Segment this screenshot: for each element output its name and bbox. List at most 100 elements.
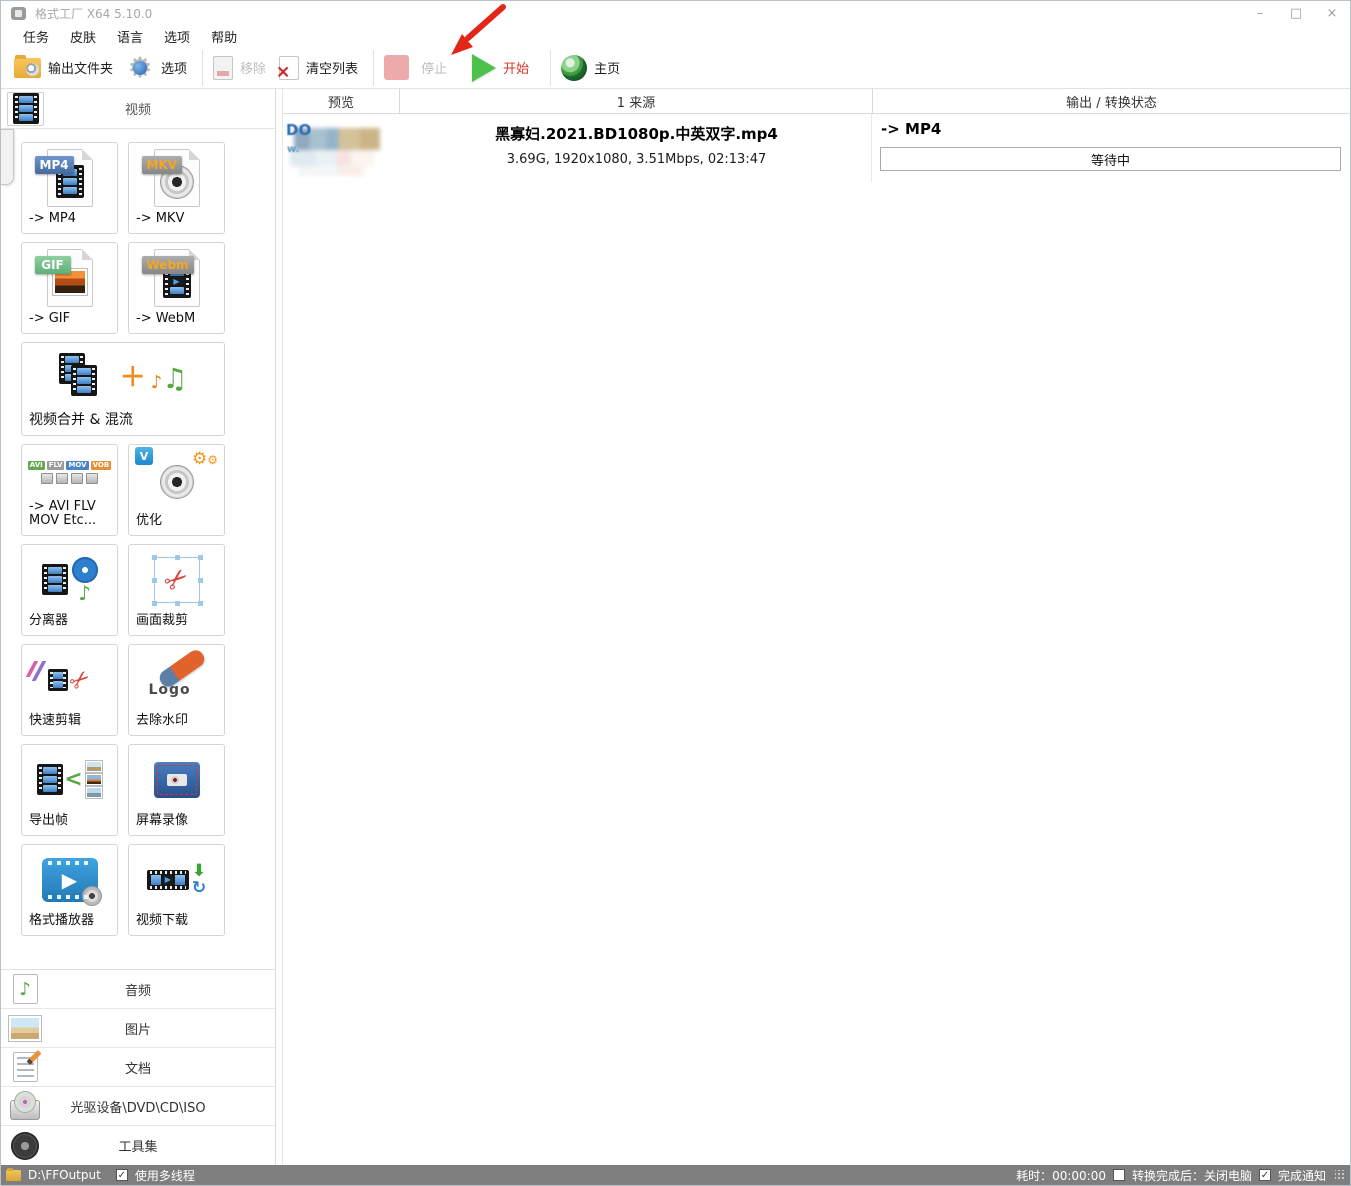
section-label: 工具集 [118,1140,158,1155]
app-window: 格式工厂 X64 5.10.0 – □ × 任务 皮肤 语言 选项 帮助 输出文… [0,0,1351,1186]
panel-collapse-handle[interactable] [1,129,14,185]
section-label: 光驱设备\DVD\CD\ISO [70,1100,206,1116]
stop-icon [384,55,410,80]
menu-item-skin[interactable]: 皮肤 [67,26,99,47]
webm-badge: Webm [141,255,194,274]
cell-splitter[interactable]: ♪ 分离器 [21,544,118,636]
cell-label: -> MP4 [29,211,77,227]
resize-grip[interactable] [1335,1170,1345,1180]
multithread-checkbox[interactable]: ✓ [115,1169,128,1181]
cell-label: 格式播放器 [29,913,95,929]
app-icon [11,6,26,20]
category-sections: ♪ 音频 图片 文档 光驱设备\DVD\CD\ISO 工具集 [1,969,275,1165]
clear-list-label: 清空列表 [306,62,359,77]
frames-stack-icon [84,760,103,800]
output-folder-icon[interactable] [6,1167,21,1181]
thumbnail-text: DO [286,121,312,139]
column-header-source[interactable]: 1 来源 [400,89,873,113]
section-audio[interactable]: ♪ 音频 [1,970,275,1009]
menu-item-task[interactable]: 任务 [20,26,52,47]
section-dvd-cd-iso[interactable]: 光驱设备\DVD\CD\ISO [1,1087,275,1126]
cell-label: 画面裁剪 [136,613,189,629]
home-button[interactable]: 主页 [561,54,620,81]
stop-button: 停止 [384,55,447,80]
column-header-output[interactable]: 输出 / 转换状态 [873,89,1350,113]
notify-checkbox[interactable]: ✓ [1258,1169,1271,1181]
filmstrip-icon [37,764,64,796]
v-badge-icon: V [135,447,153,465]
section-picture[interactable]: 图片 [1,1009,275,1048]
cell-format-player[interactable]: ▶ 格式播放器 [21,844,118,936]
cell-label: 快速剪辑 [29,713,82,729]
status-bar: D:\FFOutput ✓ 使用多线程 耗时：00:00:00 转换完成后：关闭… [1,1165,1350,1185]
film-reel-icon [71,556,98,583]
source-filename: 黑寡妇.2021.BD1080p.中英双字.mp4 [495,125,778,143]
sidebar-header-label: 视频 [124,103,151,118]
sync-arrows-icon: ↻ [191,877,207,898]
conversion-status-bar: 等待中 [880,147,1341,171]
output-folder-button[interactable]: 输出文件夹 [14,54,113,78]
start-label: 开始 [503,62,530,77]
section-toolset[interactable]: 工具集 [1,1126,275,1165]
minimize-icon[interactable]: – [1252,6,1268,21]
cell-to-webm[interactable]: Webm ▶ -> WebM [128,242,225,334]
cell-screen-record[interactable]: 屏幕录像 [128,744,225,836]
music-note-icon: ♪ [78,580,91,605]
clear-list-button[interactable]: 清空列表 [276,55,359,83]
filmstrip-icon [41,564,68,596]
filmstrip-icon [48,668,69,691]
source-details: 3.69G, 1920x1080, 3.51Mbps, 02:13:47 [506,152,767,167]
cell-crop[interactable]: ✂ 画面裁剪 [128,544,225,636]
stop-label: 停止 [421,62,448,77]
output-folder-icon [14,54,41,78]
cell-video-download[interactable]: ▶ ⬇ ↻ 视频下载 [128,844,225,936]
cell-label: -> WebM [136,311,196,327]
menu-item-language[interactable]: 语言 [114,26,146,47]
output-path[interactable]: D:\FFOutput [28,1168,101,1182]
column-header-preview[interactable]: 预览 [283,89,400,113]
cell-label: 视频下载 [136,913,189,929]
scissors-icon: ✂ [156,559,196,600]
crop-frame-icon: ✂ [151,554,200,603]
format-badges-icon: AVI FLV MOV VOB [27,460,112,471]
logo-text: Logo [148,681,191,698]
globe-icon [561,54,588,81]
output-format: -> MP4 [881,120,942,138]
options-button[interactable]: 选项 [126,54,187,82]
task-list: 预览 1 来源 输出 / 转换状态 DO w. 黑寡妇.2021.BD1080p… [282,89,1350,1165]
player-frame-icon: ▶ [41,857,102,906]
title-bar: 格式工厂 X64 5.10.0 – □ × [1,1,1350,25]
music-notes-icon: ♪♫ [150,361,188,395]
format-icons-row [41,473,98,485]
thumbnail-text: w. [287,144,300,155]
cell-label: 优化 [136,513,163,529]
menu-item-options[interactable]: 选项 [161,26,193,47]
options-label: 选项 [161,62,188,77]
motion-lines-icon [25,661,47,681]
menu-item-help[interactable]: 帮助 [208,26,240,47]
window-title: 格式工厂 X64 5.10.0 [35,6,153,21]
remove-icon [213,55,234,80]
close-icon[interactable]: × [1324,6,1340,21]
cell-quick-clip[interactable]: ✂ 快速剪辑 [21,644,118,736]
cell-video-merge-mux[interactable]: ＋ ♪♫ 视频合并 & 混流 [21,342,225,436]
cell-label: -> GIF [29,311,71,327]
cell-to-mp4[interactable]: MP4 -> MP4 [21,142,118,234]
cell-export-frames[interactable]: < 导出帧 [21,744,118,836]
plus-icon: ＋ [119,363,146,394]
section-document[interactable]: 文档 [1,1048,275,1087]
gears-icon: ⚙⚙ [191,449,218,469]
cell-to-avi-flv-mov[interactable]: AVI FLV MOV VOB -> AVI FLV MOV Etc... [21,444,118,536]
start-button[interactable]: 开始 [472,53,530,82]
double-filmstrip-icon [58,353,115,403]
shutdown-checkbox[interactable] [1112,1169,1125,1181]
webm-file-icon: Webm ▶ [141,248,200,307]
cell-remove-watermark[interactable]: Logo 去除水印 [128,644,225,736]
cell-to-gif[interactable]: GIF -> GIF [21,242,118,334]
cell-to-mkv[interactable]: MKV -> MKV [128,142,225,234]
sidebar-header-video[interactable]: 视频 [1,89,275,129]
cell-optimize[interactable]: V ⚙⚙ 优化 [128,444,225,536]
extract-brace-icon: < [64,767,83,793]
maximize-icon[interactable]: □ [1288,6,1304,21]
cell-label: 视频合并 & 混流 [29,412,133,429]
